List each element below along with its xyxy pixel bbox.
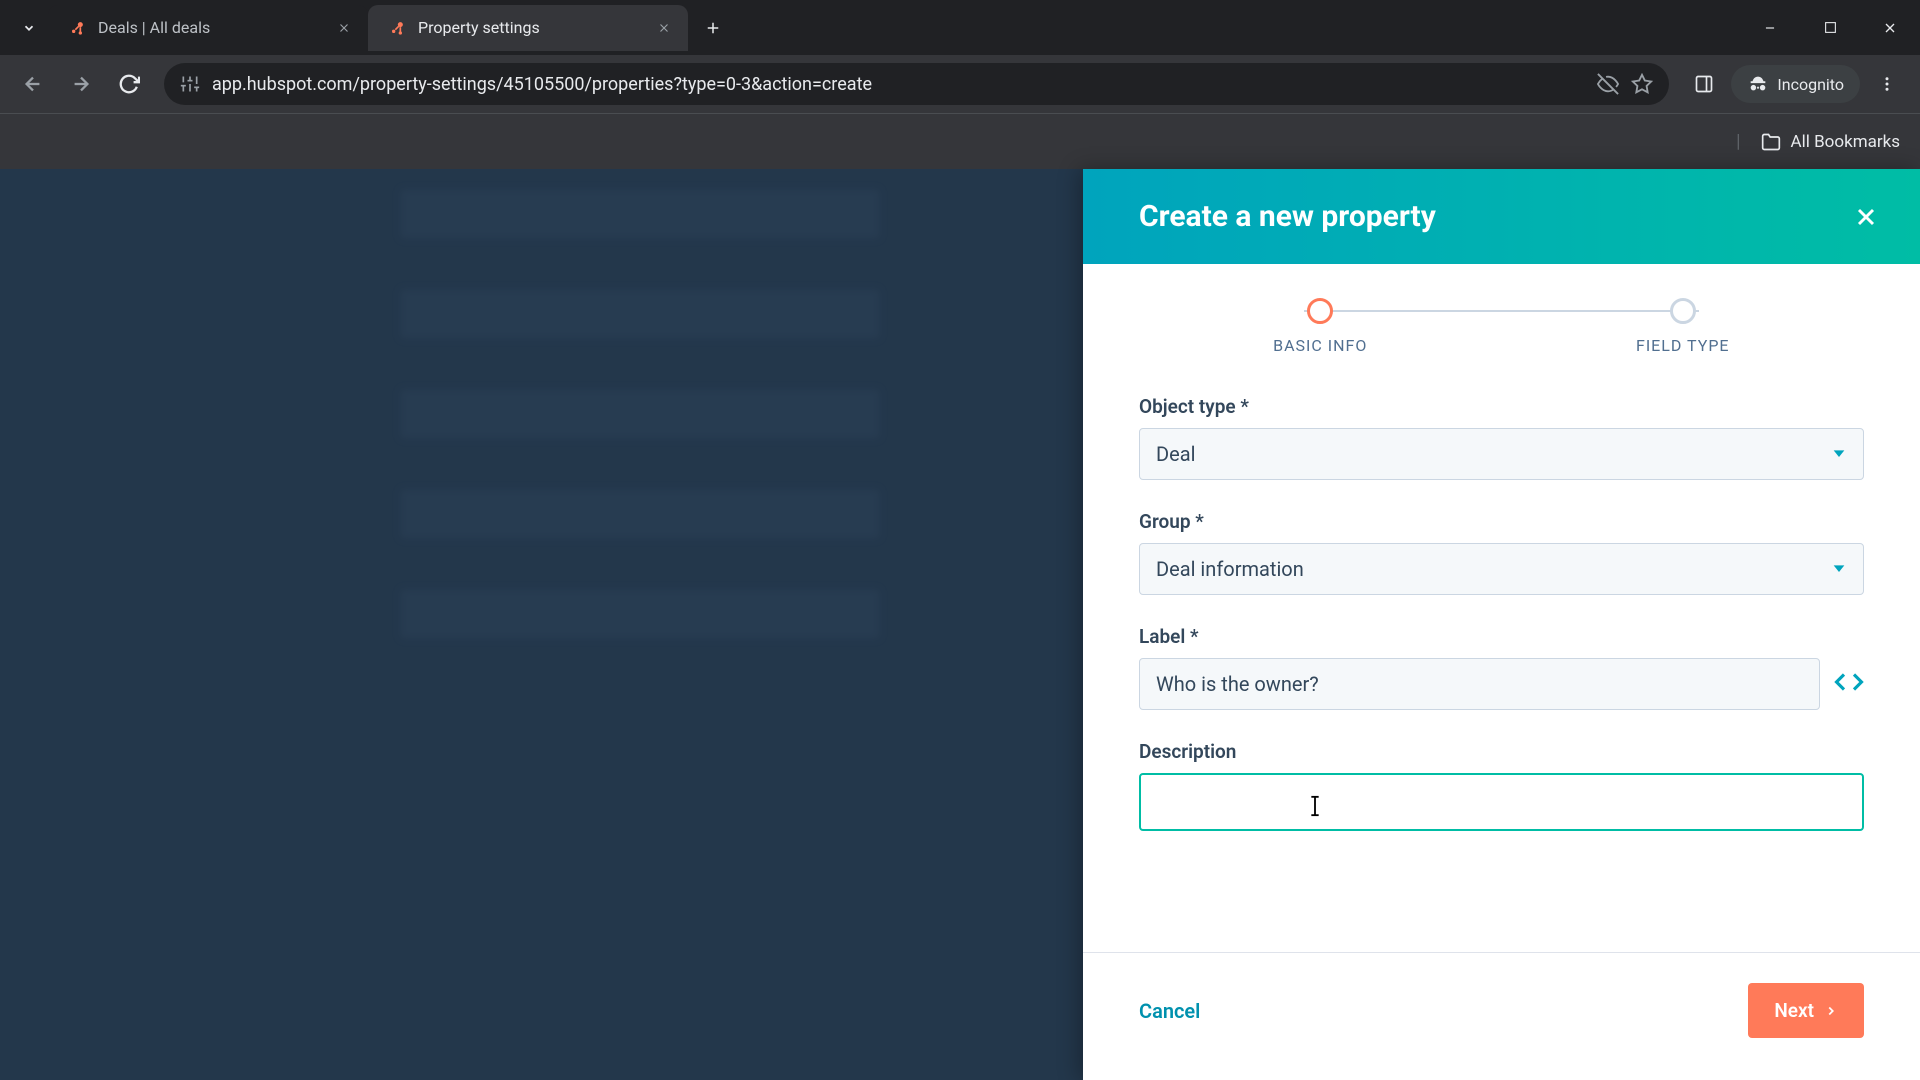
incognito-icon	[1747, 73, 1769, 95]
close-window-button[interactable]	[1860, 0, 1920, 55]
tab-close-icon[interactable]	[654, 18, 674, 38]
browser-menu-button[interactable]	[1866, 63, 1908, 105]
bookmark-star-icon[interactable]	[1631, 73, 1653, 95]
side-panel-button[interactable]	[1683, 63, 1725, 105]
chevron-down-icon	[1831, 442, 1847, 466]
tab-title: Property settings	[418, 18, 644, 37]
bookmarks-bar: | All Bookmarks	[0, 113, 1920, 169]
address-bar: app.hubspot.com/property-settings/451055…	[0, 55, 1920, 113]
tab-close-icon[interactable]	[334, 18, 354, 38]
new-tab-button[interactable]	[694, 9, 732, 47]
site-settings-icon[interactable]	[180, 74, 200, 94]
next-button-label: Next	[1774, 999, 1814, 1022]
chevron-down-icon	[1831, 557, 1847, 581]
maximize-button[interactable]	[1800, 0, 1860, 55]
folder-icon	[1761, 132, 1781, 152]
step-basic-info[interactable]: BASIC INFO	[1139, 298, 1502, 355]
hubspot-favicon-icon	[386, 17, 408, 39]
tabs-dropdown-button[interactable]	[10, 9, 48, 47]
window-controls	[1740, 0, 1920, 55]
select-value: Deal information	[1156, 557, 1304, 581]
create-property-panel: Create a new property BASIC INFO FIELD T…	[1083, 169, 1920, 1080]
incognito-label: Incognito	[1777, 75, 1844, 94]
description-textarea[interactable]	[1139, 773, 1864, 831]
incognito-badge[interactable]: Incognito	[1731, 65, 1860, 103]
page-content: Create a new property BASIC INFO FIELD T…	[0, 169, 1920, 1080]
tab-deals[interactable]: Deals | All deals	[48, 5, 368, 51]
select-value: Deal	[1156, 442, 1195, 466]
panel-body: BASIC INFO FIELD TYPE Object type * Deal…	[1083, 264, 1920, 952]
forward-button[interactable]	[60, 63, 102, 105]
step-label: BASIC INFO	[1273, 336, 1367, 355]
divider: |	[1736, 131, 1740, 152]
panel-close-button[interactable]	[1848, 199, 1884, 235]
eye-off-icon[interactable]	[1597, 73, 1619, 95]
tab-title: Deals | All deals	[98, 18, 324, 37]
close-icon	[1852, 203, 1880, 231]
step-label: FIELD TYPE	[1636, 336, 1730, 355]
all-bookmarks-label: All Bookmarks	[1791, 132, 1900, 152]
step-connector	[1304, 310, 1699, 312]
step-indicator	[1670, 298, 1696, 324]
panel-title: Create a new property	[1139, 199, 1436, 234]
minimize-button[interactable]	[1740, 0, 1800, 55]
description-label: Description	[1139, 740, 1864, 763]
object-type-select[interactable]: Deal	[1139, 428, 1864, 480]
chevron-right-icon	[1824, 1004, 1838, 1018]
group-label: Group *	[1139, 510, 1864, 533]
group-field-group: Group * Deal information	[1139, 510, 1864, 595]
code-icon[interactable]	[1834, 667, 1864, 701]
tab-bar: Deals | All deals Property settings	[0, 0, 1920, 55]
back-button[interactable]	[12, 63, 54, 105]
object-type-label: Object type *	[1139, 395, 1864, 418]
label-field-group: Label *	[1139, 625, 1864, 710]
tab-property-settings[interactable]: Property settings	[368, 5, 688, 51]
next-button[interactable]: Next	[1748, 983, 1864, 1038]
description-field-group: Description	[1139, 740, 1864, 835]
stepper: BASIC INFO FIELD TYPE	[1139, 298, 1864, 355]
panel-header: Create a new property	[1083, 169, 1920, 264]
label-field-label: Label *	[1139, 625, 1864, 648]
cancel-button[interactable]: Cancel	[1139, 999, 1200, 1023]
step-field-type[interactable]: FIELD TYPE	[1502, 298, 1865, 355]
url-text: app.hubspot.com/property-settings/451055…	[212, 74, 1585, 95]
label-input[interactable]	[1139, 658, 1820, 710]
browser-chrome: Deals | All deals Property settings	[0, 0, 1920, 169]
all-bookmarks-button[interactable]: All Bookmarks	[1761, 132, 1900, 152]
reload-button[interactable]	[108, 63, 150, 105]
object-type-group: Object type * Deal	[1139, 395, 1864, 480]
url-field[interactable]: app.hubspot.com/property-settings/451055…	[164, 63, 1669, 105]
hubspot-favicon-icon	[66, 17, 88, 39]
panel-footer: Cancel Next	[1083, 952, 1920, 1080]
step-indicator-active	[1307, 298, 1333, 324]
group-select[interactable]: Deal information	[1139, 543, 1864, 595]
